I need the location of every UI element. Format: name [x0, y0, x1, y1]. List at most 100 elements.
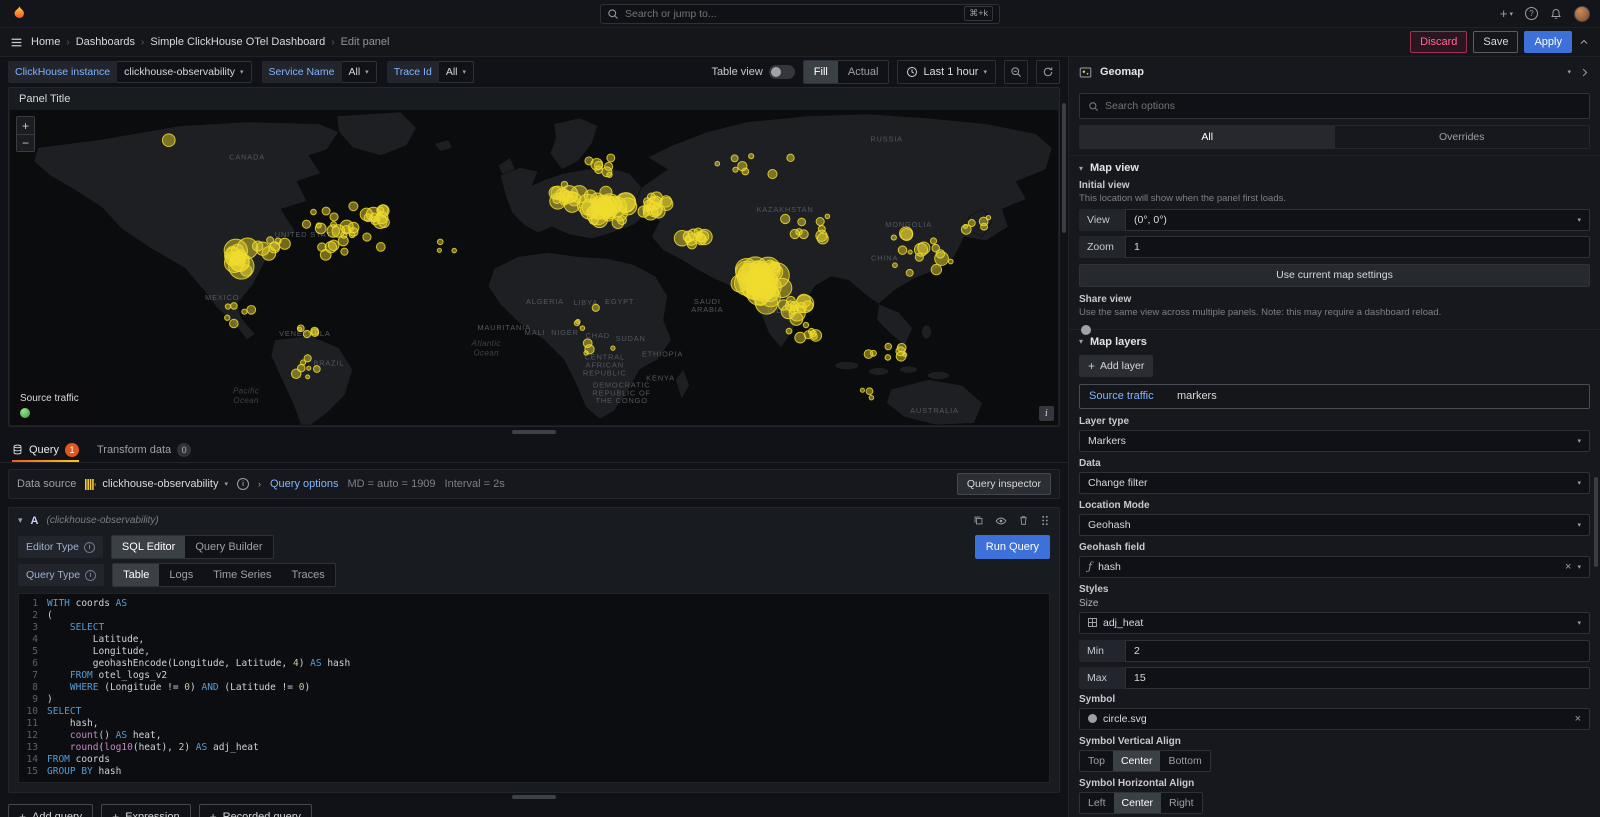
info-icon[interactable]: i [85, 570, 96, 581]
zoom-out-time-button[interactable] [1004, 60, 1028, 84]
add-query-button[interactable]: +Add query [8, 804, 93, 817]
option-center[interactable]: Center [1113, 751, 1161, 771]
svg-text:CANADA: CANADA [229, 153, 265, 162]
options-search[interactable] [1079, 93, 1590, 119]
geohash-field-select[interactable]: ƒ hash × ▾ [1079, 556, 1590, 578]
option-left[interactable]: Left [1080, 793, 1114, 813]
map-attribution-button[interactable]: i [1039, 406, 1054, 421]
hide-query-eye-icon[interactable] [995, 515, 1007, 527]
discard-button[interactable]: Discard [1410, 31, 1467, 53]
datasource-picker[interactable]: clickhouse-observability▾ [85, 478, 228, 490]
table-view-toggle[interactable] [769, 65, 795, 79]
layer-type-select[interactable]: Markers▾ [1079, 430, 1590, 452]
symbol-select[interactable]: circle.svg × [1079, 708, 1590, 730]
notifications-bell-icon[interactable] [1550, 8, 1562, 20]
section-map-view-header[interactable]: ▾ Map view [1069, 156, 1600, 180]
query-inspector-button[interactable]: Query inspector [957, 473, 1051, 495]
sql-editor[interactable]: 123456789101112131415 WITH coords AS( SE… [18, 593, 1050, 783]
map-zoom-in-button[interactable]: + [17, 117, 34, 134]
clear-icon[interactable]: × [1575, 713, 1581, 725]
options-tab-all[interactable]: All [1080, 126, 1335, 148]
duplicate-query-icon[interactable] [973, 515, 984, 526]
visualization-picker[interactable]: Geomap ▾ [1069, 57, 1600, 87]
map-legend: Source traffic [10, 388, 98, 425]
panel-header[interactable]: Panel Title [9, 88, 1059, 110]
option-bottom[interactable]: Bottom [1160, 751, 1209, 771]
main-scrollbar[interactable] [1062, 103, 1066, 233]
option-fill[interactable]: Fill [804, 61, 838, 83]
options-search-input[interactable] [1105, 100, 1581, 112]
resize-handle[interactable] [512, 430, 556, 434]
svg-text:ALGERIA: ALGERIA [526, 297, 564, 306]
svg-text:AUSTRALIA: AUSTRALIA [910, 406, 959, 415]
collapse-options-icon[interactable] [1579, 67, 1590, 78]
query-header[interactable]: ▾ A (clickhouse-observability) [9, 508, 1059, 533]
option-right[interactable]: Right [1161, 793, 1202, 813]
time-range-picker[interactable]: Last 1 hour▾ [897, 60, 996, 84]
map-zoom-out-button[interactable]: − [17, 134, 34, 151]
breadcrumb-item[interactable]: Simple ClickHouse OTel Dashboard [150, 36, 325, 48]
global-search[interactable]: ⌘+k [600, 4, 1000, 24]
query-editor-card: ▾ A (clickhouse-observability) Editor Ty… [8, 507, 1060, 793]
option-traces[interactable]: Traces [282, 564, 335, 586]
option-query-builder[interactable]: Query Builder [185, 536, 272, 558]
size-field-select[interactable]: adj_heat ▾ [1079, 612, 1590, 634]
run-query-button[interactable]: Run Query [975, 535, 1050, 559]
add-expression-button[interactable]: +Expression [101, 804, 190, 817]
delete-query-trash-icon[interactable] [1018, 515, 1029, 526]
option-top[interactable]: Top [1080, 751, 1113, 771]
max-input[interactable] [1125, 667, 1590, 689]
refresh-button[interactable] [1036, 60, 1060, 84]
field-icon: ƒ [1088, 560, 1092, 573]
query-options-toggle[interactable]: Query options [270, 478, 338, 490]
location-mode-select[interactable]: Geohash▾ [1079, 514, 1590, 536]
options-scrollbar[interactable] [1594, 477, 1598, 567]
data-filter-select[interactable]: Change filter▾ [1079, 472, 1590, 494]
breadcrumb-item[interactable]: Home [31, 36, 60, 48]
user-avatar[interactable] [1574, 6, 1590, 22]
add-new-button[interactable]: +▾ [1500, 6, 1513, 21]
drag-handle-icon[interactable] [1040, 515, 1050, 526]
tab-query[interactable]: Query 1 [12, 437, 79, 462]
hamburger-menu-icon[interactable] [10, 36, 23, 49]
chevron-up-icon[interactable] [1578, 36, 1590, 48]
svg-text:Ocean: Ocean [233, 396, 259, 405]
search-input[interactable] [625, 8, 958, 20]
zoom-input[interactable] [1125, 236, 1590, 258]
tab-transform-data[interactable]: Transform data 0 [97, 437, 191, 462]
query-resizer [0, 793, 1068, 801]
database-icon [12, 444, 23, 455]
min-input[interactable] [1125, 640, 1590, 662]
add-layer-button[interactable]: +Add layer [1079, 355, 1153, 377]
option-logs[interactable]: Logs [159, 564, 203, 586]
variable-value-dropdown[interactable]: All▾ [439, 61, 474, 83]
svg-text:CHINA: CHINA [871, 254, 898, 263]
option-time-series[interactable]: Time Series [203, 564, 281, 586]
use-current-map-settings-button[interactable]: Use current map settings [1079, 264, 1590, 287]
section-map-layers-header[interactable]: ▾ Map layers [1069, 330, 1600, 354]
grafana-logo-icon[interactable] [10, 5, 28, 23]
breadcrumb-item[interactable]: Dashboards [76, 36, 135, 48]
clear-icon[interactable]: × [1565, 561, 1571, 573]
option-sql-editor[interactable]: SQL Editor [112, 536, 185, 558]
add-recorded-query-button[interactable]: +Recorded query [199, 804, 312, 817]
datasource-help-icon[interactable]: i [237, 478, 249, 490]
option-table[interactable]: Table [113, 564, 159, 586]
query-ref-id: A [31, 515, 39, 527]
variable-value-dropdown[interactable]: clickhouse-observability▾ [117, 61, 251, 83]
save-button[interactable]: Save [1473, 31, 1518, 53]
geomap-canvas[interactable]: RUSSIACANADAUNITED STATESMEXICOVENEZUELA… [10, 110, 1058, 425]
help-icon[interactable]: ? [1525, 7, 1538, 20]
info-icon[interactable]: i [84, 542, 95, 553]
collapse-query-icon[interactable]: ▾ [18, 515, 23, 526]
option-actual[interactable]: Actual [838, 61, 889, 83]
geohash-field-label: Geohash field [1079, 542, 1590, 553]
option-center[interactable]: Center [1114, 793, 1162, 813]
resize-handle[interactable] [512, 795, 556, 799]
view-select[interactable]: (0°, 0°)▾ [1125, 209, 1590, 231]
variable-value-dropdown[interactable]: All▾ [342, 61, 377, 83]
layer-item-source-traffic[interactable]: Source traffic markers [1079, 384, 1590, 409]
svg-text:Ocean: Ocean [473, 349, 499, 358]
apply-button[interactable]: Apply [1524, 31, 1572, 53]
options-tab-overrides[interactable]: Overrides [1335, 126, 1590, 148]
